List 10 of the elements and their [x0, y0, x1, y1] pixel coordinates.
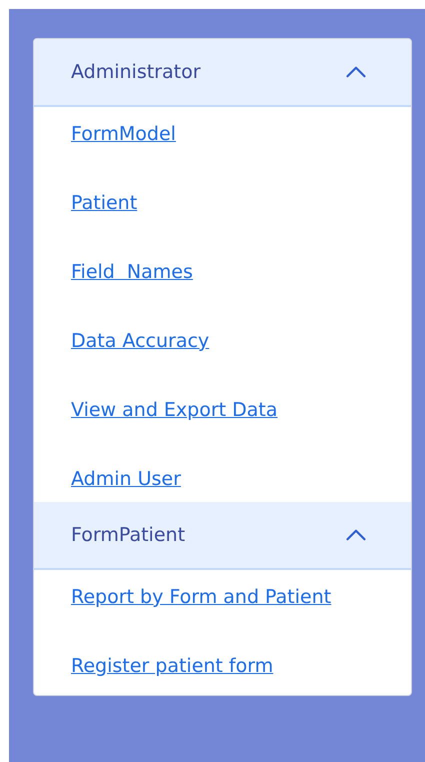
accordion-header[interactable]: FormPatient [34, 502, 411, 570]
nav-link[interactable]: Field Names [71, 257, 193, 287]
nav-link[interactable]: Admin User [71, 464, 181, 494]
accordion-header[interactable]: Administrator [34, 39, 411, 107]
nav-link[interactable]: View and Export Data [71, 395, 278, 425]
nav-link[interactable]: Report by Form and Patient [71, 582, 332, 612]
nav-link[interactable]: Register patient form [71, 651, 274, 681]
nav-link[interactable]: Patient [71, 188, 138, 218]
nav-link[interactable]: FormModel [71, 119, 176, 149]
nav-link[interactable]: Data Accuracy [71, 326, 210, 356]
